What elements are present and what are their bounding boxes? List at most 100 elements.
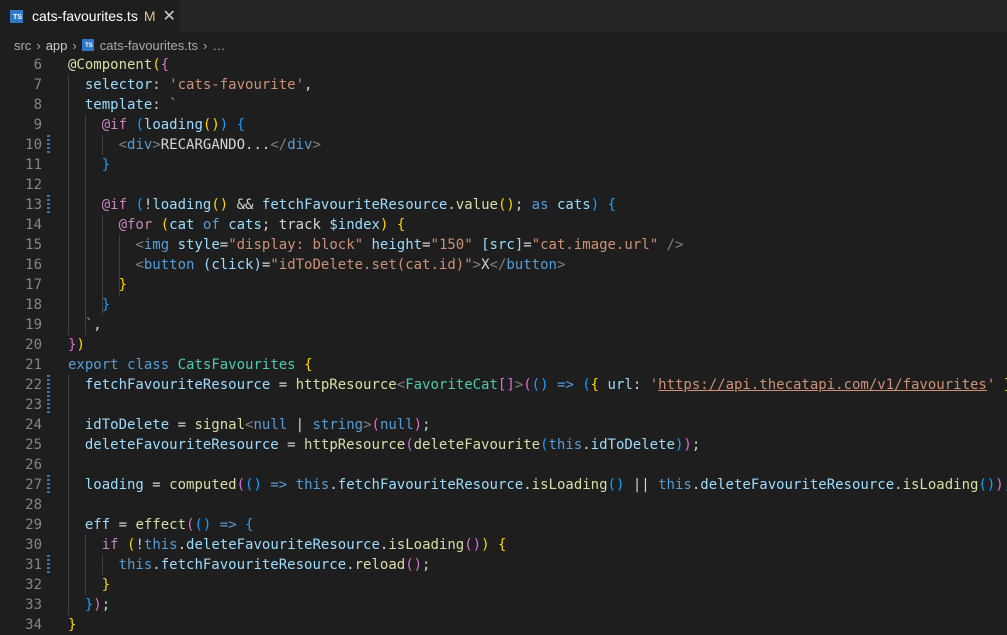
modified-line-marker[interactable]: [47, 195, 50, 215]
code-text: export class CatsFavourites {: [68, 355, 313, 375]
code-line[interactable]: 22 fetchFavouriteResource = httpResource…: [0, 375, 1007, 395]
line-number: 29: [25, 517, 42, 533]
code-line[interactable]: 33 });: [0, 595, 1007, 615]
code-token: =>: [270, 477, 288, 493]
chevron-right-icon: ›: [36, 37, 41, 53]
code-token: fetchFavouriteResource: [261, 197, 448, 213]
code-token: this: [658, 477, 692, 493]
editor-tab[interactable]: TS cats-favourites.ts M ✕: [0, 0, 180, 32]
modified-line-marker[interactable]: [47, 395, 50, 415]
code-token: =: [270, 377, 296, 393]
line-number: 34: [25, 617, 42, 633]
code-token: {: [396, 217, 406, 233]
code-line[interactable]: 29 eff = effect(() => {: [0, 515, 1007, 535]
code-line[interactable]: 11 }: [0, 155, 1007, 175]
code-token: fetchFavouriteResource: [160, 557, 347, 573]
code-token: =: [219, 237, 229, 253]
modified-line-marker[interactable]: [47, 555, 50, 575]
code-line[interactable]: 13 @if (!loading() && fetchFavouriteReso…: [0, 195, 1007, 215]
code-token: "display: block": [228, 237, 364, 253]
line-number: 24: [25, 417, 42, 433]
code-line[interactable]: 28: [0, 495, 1007, 515]
breadcrumb-app[interactable]: app: [46, 38, 68, 53]
code-token: >: [514, 377, 524, 393]
code-line[interactable]: 19 `,: [0, 315, 1007, 335]
code-line[interactable]: 17 }: [0, 275, 1007, 295]
code-line[interactable]: 26: [0, 455, 1007, 475]
code-line[interactable]: 23: [0, 395, 1007, 415]
code-line[interactable]: 31 this.fetchFavouriteResource.reload();: [0, 555, 1007, 575]
code-line[interactable]: 21 export class CatsFavourites {: [0, 355, 1007, 375]
breadcrumb-symbols[interactable]: …: [212, 38, 225, 53]
code-token: (): [245, 477, 262, 493]
code-token: ; track: [261, 217, 330, 233]
code-line[interactable]: 32 }: [0, 575, 1007, 595]
code-line[interactable]: 12: [0, 175, 1007, 195]
line-number: 7: [33, 77, 42, 93]
code-line[interactable]: 24 idToDelete = signal<null | string>(nu…: [0, 415, 1007, 435]
code-token: {: [497, 537, 507, 553]
modified-line-marker[interactable]: [47, 475, 50, 495]
tab-bar: TS cats-favourites.ts M ✕: [0, 0, 1007, 32]
code-token: @Component: [68, 57, 153, 73]
code-token: "cat.image.url": [531, 237, 659, 253]
modified-line-marker[interactable]: [47, 375, 50, 395]
code-token: (): [211, 197, 229, 213]
breadcrumb-src[interactable]: src: [14, 38, 31, 53]
typescript-file-icon: TS: [81, 39, 94, 51]
code-token: (): [405, 557, 423, 573]
code-token: this: [118, 557, 153, 573]
code-line[interactable]: 18 }: [0, 295, 1007, 315]
indent-guide: [84, 535, 86, 595]
code-line[interactable]: 27 loading = computed(() => this.fetchFa…: [0, 475, 1007, 495]
code-line[interactable]: 8 template: `: [0, 95, 1007, 115]
code-token: />: [666, 237, 684, 253]
code-token: url: [607, 377, 633, 393]
line-number: 25: [25, 437, 42, 453]
code-token: ,: [304, 77, 313, 93]
code-token: </: [489, 257, 507, 273]
code-token: @if: [101, 197, 128, 213]
code-text: this.fetchFavouriteResource.reload();: [68, 555, 431, 575]
breadcrumb: src › app › TS cats-favourites.ts › …: [0, 34, 1007, 56]
code-token: =: [110, 517, 136, 533]
code-line[interactable]: 6 @Component({: [0, 55, 1007, 75]
modified-line-marker[interactable]: [47, 135, 50, 155]
code-line[interactable]: 10 <div>RECARGANDO...</div>: [0, 135, 1007, 155]
code-token: =: [278, 437, 305, 453]
code-token: button: [506, 257, 557, 273]
line-number: 21: [25, 357, 42, 373]
code-line[interactable]: 16 <button (click)="idToDelete.set(cat.i…: [0, 255, 1007, 275]
code-token: (: [523, 377, 532, 393]
code-token: (: [582, 377, 591, 393]
code-token: (: [160, 217, 170, 233]
code-token: class: [127, 357, 170, 373]
code-line[interactable]: 34}: [0, 615, 1007, 635]
code-text: <img style="display: block" height="150"…: [68, 235, 683, 255]
code-text: loading = computed(() => this.fetchFavou…: [68, 475, 1007, 495]
code-line[interactable]: 20}): [0, 335, 1007, 355]
code-token: null: [379, 417, 414, 433]
code-line[interactable]: 9 @if (loading()) {: [0, 115, 1007, 135]
breadcrumb-file[interactable]: cats-favourites.ts: [100, 38, 198, 53]
code-line[interactable]: 14 @for (cat of cats; track $index) {: [0, 215, 1007, 235]
code-text: @if (!loading() && fetchFavouriteResourc…: [68, 195, 616, 215]
code-editor[interactable]: 6 @Component({7 selector: 'cats-favourite…: [0, 55, 1007, 633]
code-line[interactable]: 7 selector: 'cats-favourite',: [0, 75, 1007, 95]
code-line[interactable]: 25 deleteFavouriteResource = httpResourc…: [0, 435, 1007, 455]
code-line[interactable]: 30 if (!this.deleteFavouriteResource.isL…: [0, 535, 1007, 555]
code-line[interactable]: 15 <img style="display: block" height="1…: [0, 235, 1007, 255]
code-token: ||: [624, 477, 659, 493]
code-token: (: [371, 417, 380, 433]
close-icon[interactable]: ✕: [163, 6, 176, 26]
code-token: isLoading: [531, 477, 608, 493]
